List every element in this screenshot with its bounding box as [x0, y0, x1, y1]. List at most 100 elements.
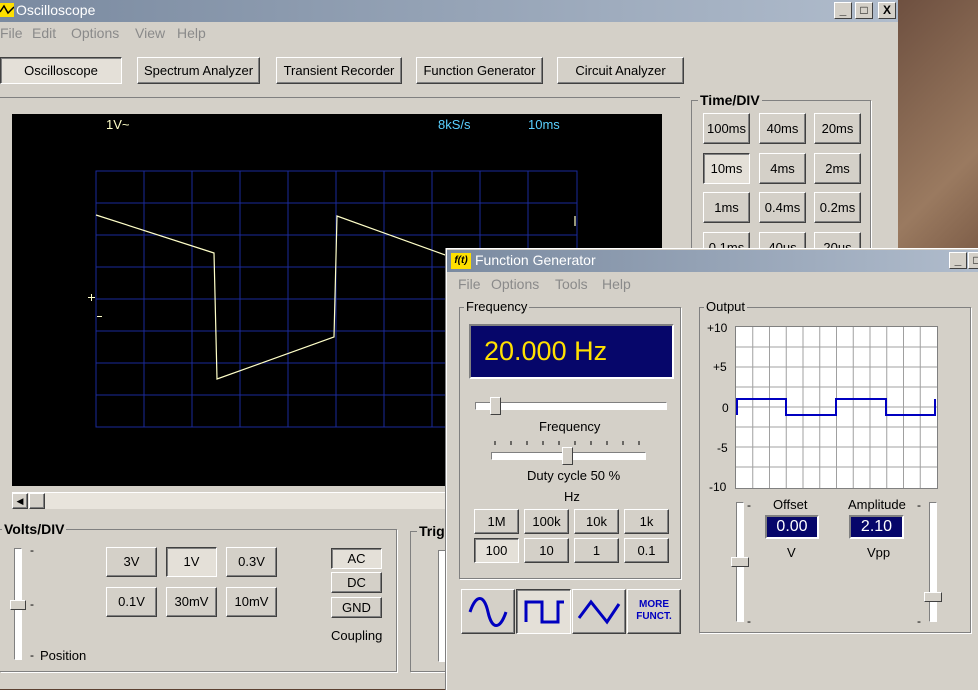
fg-menubar: File Options Tools Help — [447, 273, 978, 295]
fg-app-icon: f(t) — [451, 253, 471, 269]
menu-file[interactable]: File — [0, 25, 23, 41]
offset-slider-thumb[interactable] — [731, 557, 749, 567]
menu-options[interactable]: Options — [71, 25, 119, 41]
fg-minimize-button[interactable]: _ — [949, 252, 967, 269]
tab-function-generator[interactable]: Function Generator — [416, 57, 543, 84]
time-20ms-button[interactable]: 20ms — [814, 113, 861, 144]
time-0.2ms-button[interactable]: 0.2ms — [814, 192, 861, 223]
coupling-label: Coupling — [331, 628, 383, 643]
volts-10mv-button[interactable]: 10mV — [226, 587, 277, 617]
fg-menu-options[interactable]: Options — [491, 276, 539, 292]
fg-maximize-button[interactable]: □ — [968, 252, 978, 269]
time-40ms-button[interactable]: 40ms — [759, 113, 806, 144]
position-slider-thumb[interactable] — [10, 600, 26, 610]
offset-tick-bottom: - — [747, 614, 751, 628]
ytick-zero: 0 — [722, 401, 729, 415]
volts-3v-button[interactable]: 3V — [106, 547, 157, 577]
trigger-slider-track[interactable] — [438, 550, 446, 662]
more-functions-line1: MORE — [639, 599, 669, 610]
duty-cycle-label: Duty cycle 50 % — [527, 468, 621, 483]
ytick-plus5: +5 — [713, 360, 727, 374]
sine-wave-button[interactable] — [461, 589, 515, 634]
volts-0.3v-button[interactable]: 0.3V — [226, 547, 277, 577]
time-2ms-button[interactable]: 2ms — [814, 153, 861, 184]
frequency-group-label: Frequency — [464, 299, 530, 314]
frequency-slider-label: Frequency — [539, 419, 601, 434]
oscilloscope-menubar: File Edit Options View Help — [0, 22, 898, 44]
fg-menu-help[interactable]: Help — [602, 276, 631, 292]
range-10k-button[interactable]: 10k — [574, 509, 619, 534]
volts-0.1v-button[interactable]: 0.1V — [106, 587, 157, 617]
oscilloscope-title: Oscilloscope — [16, 2, 96, 18]
fg-titlebar[interactable]: f(t) Function Generator _ □ — [447, 250, 978, 272]
offset-display: 0.00 — [765, 515, 819, 539]
range-1m-button[interactable]: 1M — [474, 509, 519, 534]
voltsdiv-label: Volts/DIV — [2, 521, 67, 537]
coupling-dc-button[interactable]: DC — [331, 572, 382, 593]
range-1-button[interactable]: 1 — [574, 538, 619, 563]
minimize-button[interactable]: _ — [834, 2, 852, 19]
range-1k-button[interactable]: 1k — [624, 509, 669, 534]
coupling-ac-button[interactable]: AC — [331, 548, 382, 569]
tab-oscilloscope[interactable]: Oscilloscope — [0, 57, 122, 84]
frequency-slider-track[interactable] — [475, 402, 667, 410]
duty-ticks — [494, 441, 640, 445]
oscilloscope-app-icon — [0, 3, 15, 17]
fg-title: Function Generator — [475, 252, 596, 268]
timediv-label: Time/DIV — [698, 92, 762, 108]
position-tick-top: - — [30, 543, 34, 557]
square-wave-icon — [524, 600, 564, 624]
menu-help[interactable]: Help — [177, 25, 206, 41]
range-0.1-button[interactable]: 0.1 — [624, 538, 669, 563]
function-generator-window: f(t) Function Generator _ □ File Options… — [446, 248, 978, 690]
sine-wave-icon — [468, 597, 508, 627]
menu-view[interactable]: View — [135, 25, 165, 41]
position-label: Position — [40, 648, 87, 663]
triangle-wave-button[interactable] — [572, 589, 626, 634]
offset-tick-top: - — [747, 498, 751, 512]
offset-label: Offset — [773, 497, 808, 512]
time-4ms-button[interactable]: 4ms — [759, 153, 806, 184]
amplitude-slider-track[interactable] — [929, 502, 937, 622]
ytick-minus10: -10 — [709, 480, 727, 494]
frequency-display: 20.000 Hz — [469, 324, 674, 379]
time-10ms-button[interactable]: 10ms — [703, 153, 750, 184]
fg-menu-tools[interactable]: Tools — [555, 276, 588, 292]
position-tick-mid: - — [30, 597, 34, 611]
close-button[interactable]: X — [878, 2, 896, 19]
tab-spectrum-analyzer[interactable]: Spectrum Analyzer — [137, 57, 260, 84]
range-10-button[interactable]: 10 — [524, 538, 569, 563]
offset-value: 0.00 — [776, 518, 808, 535]
frequency-display-value: 20.000 Hz — [484, 336, 608, 366]
range-100-button[interactable]: 100 — [474, 538, 519, 563]
volts-30mv-button[interactable]: 30mV — [166, 587, 217, 617]
square-wave-button[interactable] — [516, 589, 571, 634]
fg-menu-file[interactable]: File — [458, 276, 481, 292]
maximize-button[interactable]: □ — [855, 2, 873, 19]
tab-transient-recorder[interactable]: Transient Recorder — [276, 57, 402, 84]
more-functions-line2: FUNCT. — [636, 611, 672, 622]
volts-1v-button[interactable]: 1V — [166, 547, 217, 577]
time-100ms-button[interactable]: 100ms — [703, 113, 750, 144]
trigger-label: Trig — [417, 523, 447, 539]
more-functions-button[interactable]: MORE FUNCT. — [627, 589, 681, 634]
tab-circuit-analyzer[interactable]: Circuit Analyzer — [557, 57, 684, 84]
time-0.4ms-button[interactable]: 0.4ms — [759, 192, 806, 223]
amplitude-value: 2.10 — [860, 518, 893, 535]
ytick-plus10: +10 — [707, 321, 728, 335]
scroll-thumb[interactable] — [29, 493, 45, 509]
ytick-minus5: -5 — [717, 441, 728, 455]
triangle-wave-icon — [577, 599, 621, 625]
frequency-slider-thumb[interactable] — [490, 397, 501, 415]
duty-slider-thumb[interactable] — [562, 447, 573, 465]
amplitude-slider-thumb[interactable] — [924, 592, 942, 602]
coupling-gnd-button[interactable]: GND — [331, 597, 382, 618]
menu-edit[interactable]: Edit — [32, 25, 56, 41]
amplitude-label: Amplitude — [848, 497, 906, 512]
amplitude-tick-top: - — [917, 498, 921, 512]
time-1ms-button[interactable]: 1ms — [703, 192, 750, 223]
scroll-left-arrow-icon[interactable]: ◀ — [12, 493, 28, 509]
horizontal-scrollbar[interactable]: ◀ — [12, 492, 452, 509]
range-100k-button[interactable]: 100k — [524, 509, 569, 534]
oscilloscope-titlebar[interactable]: Oscilloscope _ □ X — [0, 0, 898, 22]
